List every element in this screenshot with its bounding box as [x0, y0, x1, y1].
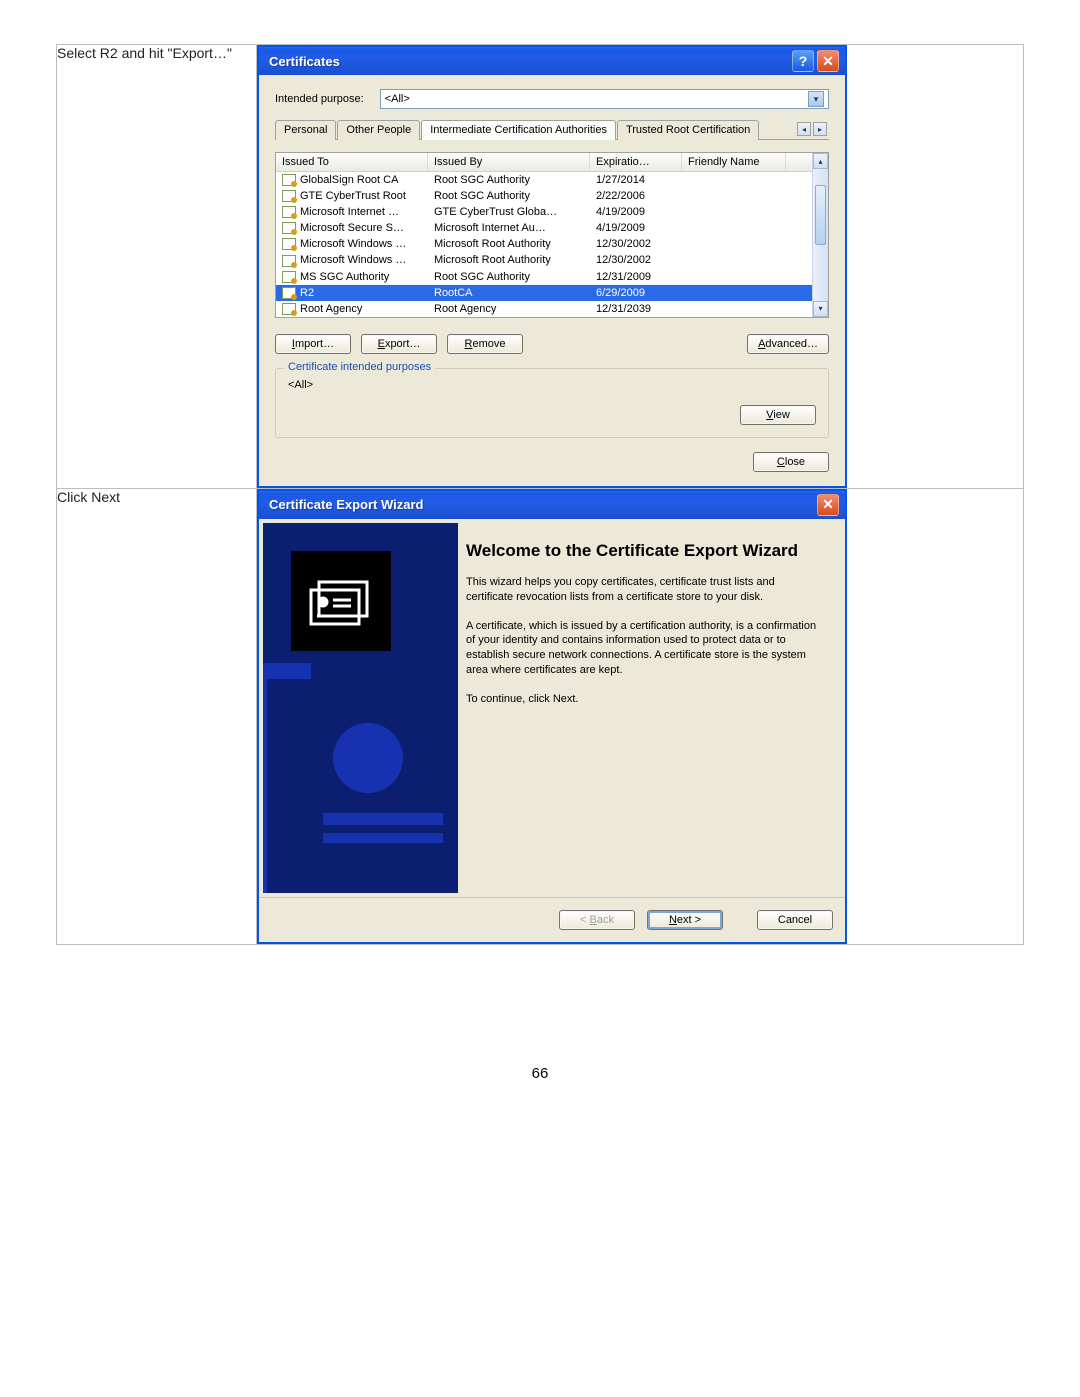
step1-screenshot: Certificates ? ✕ Intended purpose: <All>… — [257, 45, 1024, 489]
remove-button[interactable]: Remove — [447, 334, 523, 354]
table-row[interactable]: Microsoft Windows …Microsoft Root Author… — [276, 236, 812, 252]
certificate-icon — [282, 303, 296, 315]
export-button[interactable]: Export… — [361, 334, 437, 354]
table-row[interactable]: R2RootCA6/29/2009 — [276, 285, 812, 301]
close-button[interactable]: Close — [753, 452, 829, 472]
certificate-icon — [282, 287, 296, 299]
wizard-paragraph-3: To continue, click Next. — [466, 692, 823, 707]
table-row[interactable]: Microsoft Secure S…Microsoft Internet Au… — [276, 220, 812, 236]
advanced-button[interactable]: Advanced… — [747, 334, 829, 354]
table-row[interactable]: Root AgencyRoot Agency12/31/2039 — [276, 301, 812, 317]
table-row[interactable]: GlobalSign Root CARoot SGC Authority1/27… — [276, 172, 812, 188]
titlebar: Certificates ? ✕ — [259, 47, 845, 75]
table-row[interactable]: Microsoft Internet …GTE CyberTrust Globa… — [276, 204, 812, 220]
chevron-down-icon: ▾ — [808, 91, 824, 107]
certificate-icon — [282, 206, 296, 218]
certificate-icon — [282, 222, 296, 234]
help-icon[interactable]: ? — [792, 50, 814, 72]
tab-strip: Personal Other People Intermediate Certi… — [275, 119, 829, 140]
tab-trusted-root[interactable]: Trusted Root Certification — [617, 120, 759, 140]
certificate-icon — [282, 190, 296, 202]
certificates-dialog: Certificates ? ✕ Intended purpose: <All>… — [257, 45, 847, 488]
scroll-up-icon[interactable]: ▴ — [813, 153, 828, 169]
certificate-icon — [282, 255, 296, 267]
dialog-title: Certificate Export Wizard — [269, 497, 423, 512]
import-button[interactable]: Import… — [275, 334, 351, 354]
table-row[interactable]: GTE CyberTrust RootRoot SGC Authority2/2… — [276, 188, 812, 204]
view-button[interactable]: View — [740, 405, 816, 425]
next-button[interactable]: Next > — [647, 910, 723, 930]
dialog-title: Certificates — [269, 54, 340, 69]
col-issued-to[interactable]: Issued To — [276, 153, 428, 171]
certificate-icon — [282, 174, 296, 186]
tab-other-people[interactable]: Other People — [337, 120, 420, 140]
scroll-thumb[interactable] — [815, 185, 826, 245]
wizard-paragraph-2: A certificate, which is issued by a cert… — [466, 619, 823, 678]
tab-intermediate-ca[interactable]: Intermediate Certification Authorities — [421, 120, 616, 140]
purposes-groupbox: Certificate intended purposes <All> View — [275, 368, 829, 438]
back-button: < Back — [559, 910, 635, 930]
close-icon[interactable]: ✕ — [817, 494, 839, 516]
certificate-icon — [291, 551, 391, 651]
wizard-sidebar-graphic — [263, 523, 458, 893]
close-icon[interactable]: ✕ — [817, 50, 839, 72]
tabs-scroll-left-icon[interactable]: ◂ — [797, 122, 811, 136]
col-issued-by[interactable]: Issued By — [428, 153, 590, 171]
table-row[interactable]: MS SGC AuthorityRoot SGC Authority12/31/… — [276, 269, 812, 285]
wizard-paragraph-1: This wizard helps you copy certificates,… — [466, 575, 823, 605]
list-header: Issued To Issued By Expiratio… Friendly … — [276, 153, 812, 172]
scroll-down-icon[interactable]: ▾ — [813, 301, 828, 317]
groupbox-legend: Certificate intended purposes — [284, 361, 435, 373]
intended-purpose-value: <All> — [385, 93, 410, 105]
tabs-scroll-right-icon[interactable]: ▸ — [813, 122, 827, 136]
titlebar: Certificate Export Wizard ✕ — [259, 491, 845, 519]
scrollbar[interactable]: ▴ ▾ — [812, 153, 828, 317]
export-wizard-dialog: Certificate Export Wizard ✕ — [257, 489, 847, 944]
instruction-table: Select R2 and hit "Export…" Certificates… — [56, 44, 1024, 945]
page-number: 66 — [56, 1065, 1024, 1082]
col-expiration[interactable]: Expiratio… — [590, 153, 682, 171]
step1-instruction: Select R2 and hit "Export…" — [57, 45, 257, 489]
purposes-value: <All> — [288, 379, 816, 391]
certificate-icon — [282, 271, 296, 283]
step2-instruction: Click Next — [57, 488, 257, 944]
intended-purpose-combo[interactable]: <All> ▾ — [380, 89, 829, 109]
table-row[interactable]: Microsoft Windows …Microsoft Root Author… — [276, 252, 812, 268]
intended-purpose-label: Intended purpose: — [275, 93, 364, 105]
cancel-button[interactable]: Cancel — [757, 910, 833, 930]
col-friendly-name[interactable]: Friendly Name — [682, 153, 786, 171]
certificate-list: Issued To Issued By Expiratio… Friendly … — [275, 152, 829, 318]
tab-personal[interactable]: Personal — [275, 120, 336, 140]
wizard-heading: Welcome to the Certificate Export Wizard — [466, 541, 823, 561]
step2-screenshot: Certificate Export Wizard ✕ — [257, 488, 1024, 944]
certificate-icon — [282, 238, 296, 250]
